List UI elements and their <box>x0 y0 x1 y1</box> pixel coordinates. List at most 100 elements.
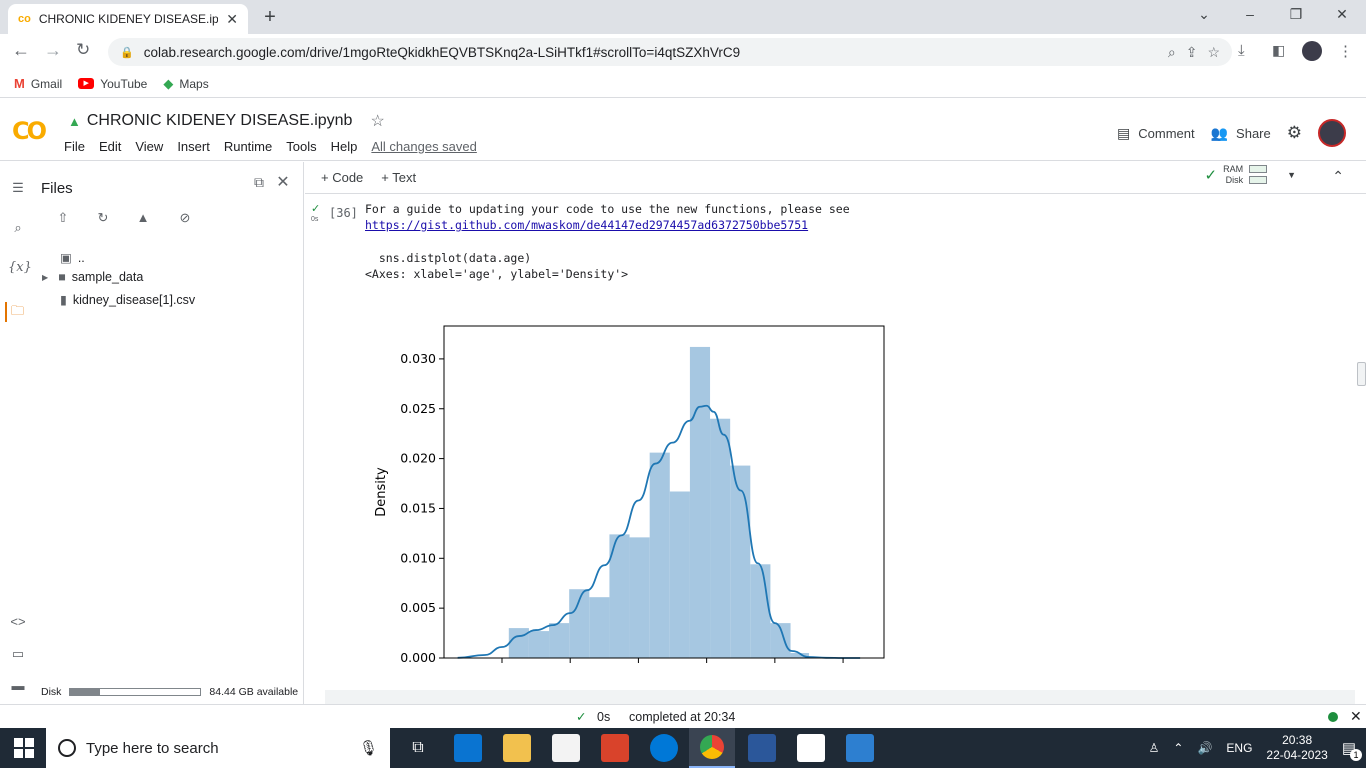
chrome-taskbar-button[interactable] <box>689 728 735 768</box>
microphone-icon[interactable]: 🎙 <box>359 739 378 757</box>
edge-browser-icon[interactable] <box>650 734 678 762</box>
upload-icon[interactable]: ⇧ <box>52 210 74 232</box>
disk-usage-fill <box>70 689 101 695</box>
execution-count[interactable]: [36] <box>329 206 358 220</box>
code-snippets-icon[interactable]: <> <box>8 614 28 634</box>
word-app-icon[interactable] <box>748 734 776 762</box>
hide-files-icon[interactable]: ⊘ <box>174 210 196 232</box>
chevron-down-icon[interactable]: ⌄ <box>1192 6 1216 26</box>
histogram-bar <box>629 537 650 658</box>
open-in-tab-icon[interactable]: ⧉ <box>248 174 270 196</box>
notebook-title[interactable]: CHRONIC KIDENEY DISEASE.ipynb <box>87 112 353 130</box>
x-tick-label: 20 <box>562 665 578 666</box>
menu-edit[interactable]: Edit <box>99 139 121 154</box>
taskbar-search[interactable]: Type here to search 🎙 <box>46 728 390 768</box>
close-panel-icon[interactable]: ✕ <box>272 172 294 194</box>
browser-tab[interactable]: co CHRONIC KIDENEY DISEASE.ipyn ✕ <box>8 4 248 34</box>
tab-title: CHRONIC KIDENEY DISEASE.ipyn <box>38 12 219 26</box>
menu-file[interactable]: File <box>64 139 85 154</box>
settings-gear-icon[interactable]: ⚙ <box>1287 123 1302 143</box>
bookmark-gmail[interactable]: M Gmail <box>14 76 62 91</box>
zoom-icon[interactable]: ⌕ <box>1168 44 1176 61</box>
clock[interactable]: 20:38 22-04-2023 <box>1266 733 1327 763</box>
folder-icon[interactable]: 🗀 <box>5 302 28 322</box>
star-icon[interactable]: ☆ <box>370 111 384 131</box>
menu-view[interactable]: View <box>135 139 163 154</box>
restore-button[interactable]: ❐ <box>1284 6 1308 26</box>
close-status-icon[interactable]: ✕ <box>1350 708 1362 725</box>
bookmark-maps[interactable]: ◆ Maps <box>163 76 208 92</box>
file-tree-item[interactable]: ▮ kidney_disease[1].csv <box>60 292 195 308</box>
expand-arrow-icon[interactable]: ▶ <box>42 273 48 282</box>
histogram-bar <box>589 597 610 658</box>
tray-expand-icon[interactable]: ⌃ <box>1173 741 1183 755</box>
histogram-bar <box>508 628 529 658</box>
address-bar[interactable]: 🔒 colab.research.google.com/drive/1mgoRt… <box>108 38 1232 66</box>
menu-tools[interactable]: Tools <box>286 139 316 154</box>
axes-repr: <Axes: xlabel='age', ylabel='Density'> <box>365 267 629 281</box>
save-status[interactable]: All changes saved <box>371 139 477 154</box>
bookmark-youtube[interactable]: ▶ YouTube <box>78 77 147 91</box>
collapse-chevron-icon[interactable]: ⌃ <box>1332 168 1344 185</box>
volume-icon[interactable]: 🔊 <box>1197 741 1212 755</box>
minimize-button[interactable]: – <box>1238 6 1262 26</box>
lock-icon: 🔒 <box>120 46 134 59</box>
close-tab-icon[interactable]: ✕ <box>226 11 238 28</box>
new-tab-button[interactable]: + <box>258 6 282 30</box>
parent-dir-row[interactable]: ▣ .. <box>60 250 85 266</box>
profile-avatar[interactable] <box>1302 41 1322 61</box>
histogram-bar <box>549 623 570 658</box>
scrollbar-thumb[interactable] <box>1357 362 1366 386</box>
more-menu-icon[interactable]: ⋮ <box>1338 42 1353 60</box>
status-check-icon: ✓ <box>576 710 587 724</box>
refresh-folder-icon[interactable]: ↻ <box>92 210 114 232</box>
task-view-icon[interactable]: ⧉ <box>404 734 432 762</box>
variables-icon[interactable]: {x} <box>8 260 32 280</box>
side-panel-icon[interactable]: ◧ <box>1272 42 1285 59</box>
url-text[interactable]: colab.research.google.com/drive/1mgoRteQ… <box>144 45 1158 60</box>
search-icon[interactable]: ⌕ <box>8 220 28 240</box>
add-text-button[interactable]: + Text <box>381 170 416 185</box>
terminal-icon[interactable]: ▬ <box>8 678 28 698</box>
photos-app-icon[interactable] <box>846 734 874 762</box>
menu-runtime[interactable]: Runtime <box>224 139 272 154</box>
share-page-icon[interactable]: ⇪ <box>1186 44 1198 61</box>
x-tick-label: 40 <box>630 665 646 666</box>
game-app-icon[interactable] <box>601 734 629 762</box>
close-window-button[interactable]: ✕ <box>1330 6 1354 26</box>
forward-icon[interactable]: → <box>44 40 62 61</box>
table-of-contents-icon[interactable]: ☰ <box>8 180 28 200</box>
exec-time: 0s <box>311 216 319 223</box>
menu-help[interactable]: Help <box>331 139 358 154</box>
download-icon[interactable]: ⤓ <box>1238 42 1245 59</box>
runtime-dropdown-icon[interactable]: ▼ <box>1287 170 1296 180</box>
mail-app-icon[interactable] <box>454 734 482 762</box>
warning-link[interactable]: https://gist.github.com/mwaskom/de44147e… <box>365 218 808 232</box>
command-palette-icon[interactable]: ▭ <box>8 646 28 666</box>
language-indicator[interactable]: ENG <box>1226 741 1252 755</box>
windows-start-icon[interactable] <box>14 738 34 758</box>
file-tree-item[interactable]: ▶ ■ sample_data <box>42 270 143 284</box>
add-code-button[interactable]: + Code <box>321 170 363 185</box>
bookmark-star-icon[interactable]: ☆ <box>1207 44 1220 61</box>
mount-drive-icon[interactable]: ▲ <box>132 210 154 232</box>
back-icon[interactable]: ← <box>12 40 30 61</box>
account-avatar[interactable] <box>1318 119 1346 147</box>
files-panel-title: Files <box>41 180 73 197</box>
bookmarks-bar: M Gmail ▶ YouTube ◆ Maps <box>0 70 1366 98</box>
resources-indicator[interactable]: ✓ RAM Disk ▼ <box>1205 164 1297 185</box>
document-app-icon[interactable] <box>797 734 825 762</box>
comment-button[interactable]: ▤ Comment <box>1117 125 1195 142</box>
store-app-icon[interactable] <box>552 734 580 762</box>
next-cell[interactable] <box>325 690 1355 704</box>
share-button[interactable]: 👥 Share <box>1211 125 1271 142</box>
reload-icon[interactable]: ↻ <box>76 40 90 60</box>
notifications-icon[interactable]: ▤ 1 <box>1342 739 1362 761</box>
colab-logo[interactable]: CO <box>12 117 47 145</box>
menu-insert[interactable]: Insert <box>177 139 210 154</box>
file-explorer-icon[interactable] <box>503 734 531 762</box>
status-completed[interactable]: completed at 20:34 <box>629 710 735 724</box>
y-tick-label: 0.030 <box>400 351 436 366</box>
header-actions: ▤ Comment 👥 Share ⚙ <box>1117 119 1346 147</box>
people-tray-icon[interactable]: ♙ <box>1149 741 1160 755</box>
